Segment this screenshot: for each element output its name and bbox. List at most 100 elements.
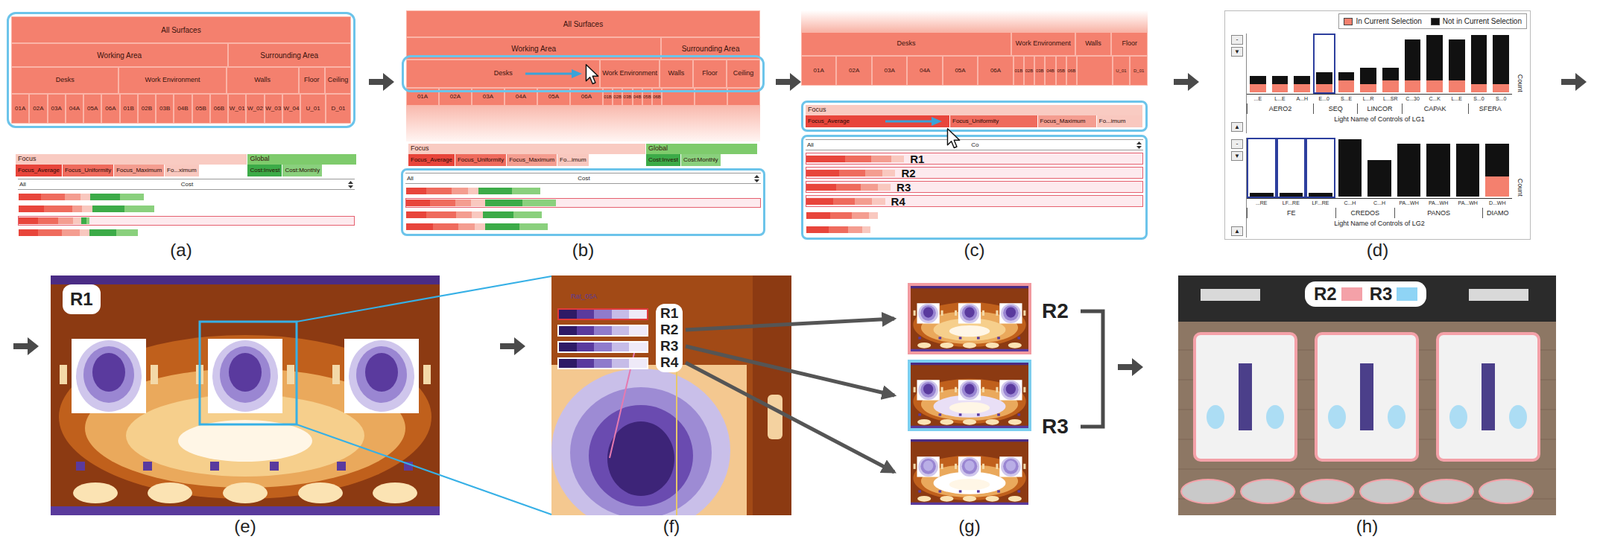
criterion[interactable]: Focus_Maximum [1038, 115, 1097, 128]
ranking-row[interactable]: R3 [805, 181, 1144, 194]
criterion[interactable]: Focus_Uniformity [455, 154, 507, 167]
ranking-row[interactable] [405, 198, 761, 208]
treemap-subgroup[interactable]: Ceiling [726, 59, 761, 88]
criterion[interactable]: Cost:Monthly [282, 164, 323, 177]
treemap-leaf[interactable]: 02A [438, 87, 472, 106]
treemap-leaf[interactable]: 04A [906, 55, 942, 86]
treemap-subgroup[interactable]: Walls [659, 59, 694, 88]
comparison-thumbnail[interactable] [907, 359, 1032, 432]
treemap-subgroup[interactable]: Ceiling [324, 67, 352, 94]
treemap-leaf[interactable]: 06B [652, 87, 662, 106]
treemap-leaf[interactable]: U_01 [300, 93, 326, 124]
treemap-leaf[interactable]: 04A [504, 87, 538, 106]
scroll-down-button[interactable]: ▼ [1231, 151, 1244, 161]
criteria-group[interactable]: FocusFocus_AverageFocus_UniformityFocus_… [805, 105, 1144, 128]
treemap-leaf[interactable]: 06B [1066, 55, 1077, 86]
ranking-row[interactable] [405, 222, 761, 232]
region-strip[interactable] [557, 324, 649, 337]
sort-icon[interactable] [1136, 141, 1142, 150]
treemap[interactable]: All SurfacesWorking AreaSurrounding Area… [11, 16, 352, 124]
column-header[interactable]: AllCost [17, 178, 355, 191]
histogram-bar[interactable] [1453, 137, 1483, 199]
ranking-row[interactable]: R1 [805, 152, 1144, 165]
treemap-subgroup[interactable]: Desks [801, 32, 1012, 56]
criterion[interactable]: Cost:Invest [646, 154, 682, 167]
histogram-bar[interactable] [1246, 137, 1277, 199]
criterion[interactable]: Focus_Average [15, 164, 63, 177]
histogram-bar[interactable] [1305, 137, 1336, 199]
histogram-bar[interactable] [1468, 33, 1491, 94]
region-strip[interactable] [557, 308, 649, 321]
criterion[interactable]: Focus_Uniformity [950, 115, 1039, 128]
histogram-bar[interactable] [1401, 33, 1425, 94]
treemap-subgroup[interactable]: Walls [226, 67, 299, 94]
region-label[interactable]: R2 [660, 321, 679, 339]
region-strip[interactable] [557, 357, 649, 370]
criterion[interactable]: Fo...imum [1096, 115, 1144, 128]
treemap-leaf[interactable]: 03A [471, 87, 505, 106]
treemap-subgroup[interactable]: Walls [1075, 32, 1112, 56]
treemap-leaf[interactable]: 06A [101, 93, 120, 124]
treemap[interactable]: DesksWork EnvironmentWallsFloor01A02A03A… [801, 32, 1148, 86]
comparison-thumbnail[interactable] [907, 436, 1032, 509]
treemap-root[interactable]: All Surfaces [11, 16, 352, 44]
treemap-subgroup[interactable]: Work Environment [1011, 32, 1076, 56]
histogram-bar[interactable] [1423, 137, 1454, 199]
treemap-root[interactable]: All Surfaces [406, 10, 761, 38]
treemap-leaf[interactable]: W_02 [245, 93, 264, 124]
ranking-row[interactable]: R4 [805, 195, 1144, 208]
all-label[interactable]: All [19, 180, 27, 190]
criterion[interactable]: Fo...ximum [164, 164, 200, 177]
treemap-leaf[interactable]: U_01 [1112, 55, 1131, 86]
treemap-leaf[interactable]: 01B [602, 87, 613, 106]
treemap-group[interactable]: Working Area [11, 43, 229, 68]
criterion[interactable]: Focus_Maximum [506, 154, 558, 167]
criterion[interactable]: Cost:Monthly [681, 154, 722, 167]
histogram-bar[interactable] [1335, 137, 1366, 199]
criterion[interactable]: Focus_Average [408, 154, 456, 167]
sort-label[interactable]: Cost [26, 180, 349, 190]
ranking-row[interactable] [405, 186, 761, 196]
treemap-leaf[interactable]: 04B [173, 93, 192, 124]
treemap-leaf[interactable]: 06B [210, 93, 229, 124]
treemap-leaf[interactable] [661, 87, 695, 106]
histogram-bar[interactable] [1290, 33, 1314, 94]
treemap-leaf[interactable]: 03B [1034, 55, 1045, 86]
column-header[interactable]: AllCost [405, 172, 761, 185]
treemap-subgroup[interactable]: Floor [298, 67, 325, 94]
treemap-leaf[interactable]: 06A [977, 55, 1013, 86]
histogram-bar[interactable] [1313, 33, 1336, 94]
treemap-leaf[interactable]: 02B [612, 87, 623, 106]
treemap-leaf[interactable]: W_03 [264, 93, 283, 124]
criterion[interactable]: Fo...imum [557, 154, 590, 167]
ranking-row[interactable]: R2 [805, 166, 1144, 179]
criterion[interactable]: Focus_Uniformity [62, 164, 115, 177]
treemap[interactable]: All SurfacesWorking AreaSurrounding Area… [406, 10, 761, 106]
treemap-leaf[interactable] [1076, 55, 1112, 86]
collapse-button[interactable]: - [1231, 139, 1244, 150]
treemap-leaf[interactable]: D_01 [325, 93, 352, 124]
ranking-row[interactable] [405, 210, 761, 220]
treemap-leaf[interactable]: 04A [65, 93, 84, 124]
all-label[interactable]: All [807, 140, 814, 150]
sort-label[interactable]: Co [813, 140, 1137, 150]
treemap-subgroup[interactable]: Work Environment [599, 59, 660, 88]
treemap-leaf[interactable]: 05A [537, 87, 571, 106]
treemap-leaf[interactable]: 02A [29, 93, 47, 124]
treemap-subgroup[interactable]: Desks [11, 67, 119, 94]
treemap-leaf[interactable]: 01B [1013, 55, 1024, 86]
treemap-leaf[interactable]: 03A [47, 93, 66, 124]
scroll-down-button[interactable]: ▼ [1231, 46, 1244, 57]
sort-icon[interactable] [348, 181, 354, 189]
treemap-leaf[interactable]: 05B [192, 93, 211, 124]
treemap-leaf[interactable]: 01A [406, 87, 439, 106]
histogram-bar[interactable] [1269, 33, 1292, 94]
histogram-bar[interactable] [1246, 33, 1270, 94]
all-label[interactable]: All [406, 174, 414, 184]
sort-icon[interactable] [754, 175, 760, 183]
comparison-thumbnail[interactable] [907, 283, 1032, 355]
ranking-row[interactable] [17, 216, 355, 226]
treemap-group[interactable]: Working Area [406, 37, 662, 60]
ranking-row[interactable] [17, 204, 355, 214]
treemap-leaf[interactable]: 01A [801, 55, 837, 86]
